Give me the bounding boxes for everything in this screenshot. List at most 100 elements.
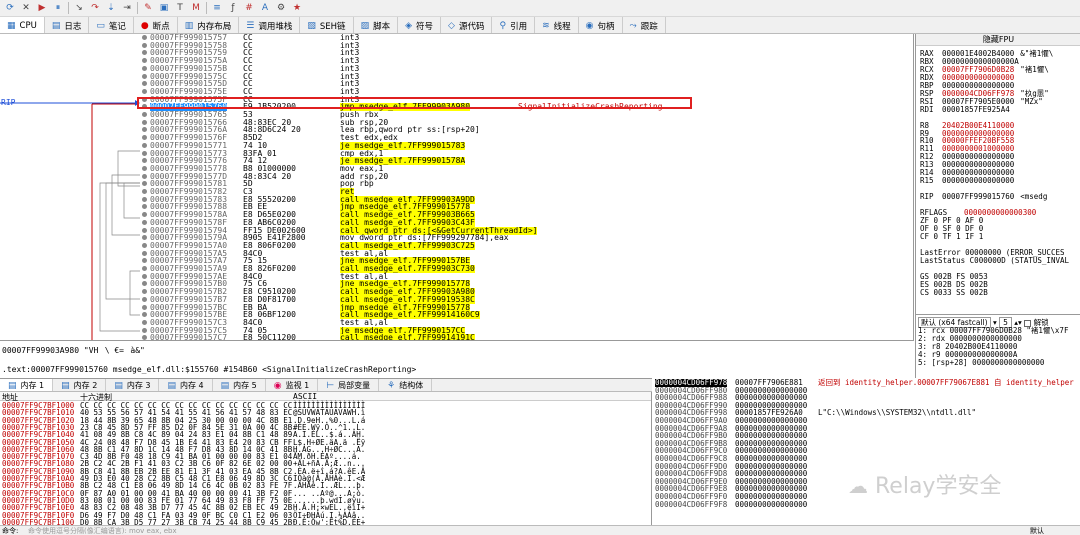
breakpoint-dot[interactable]	[142, 235, 147, 241]
breakpoint-dot[interactable]	[142, 189, 147, 194]
tab-4[interactable]: ▥ 内存布局	[178, 17, 240, 33]
breakpoint-dot[interactable]	[142, 58, 147, 64]
abc-icon[interactable]: A	[259, 2, 271, 14]
tab-12[interactable]: ◉ 句柄	[579, 17, 623, 33]
lock-icon[interactable]: ▣	[158, 2, 170, 14]
register-row[interactable]: RIP 00007FF999015760 <msedg	[920, 193, 1047, 201]
tab-13[interactable]: ⤳ 跟踪	[623, 17, 666, 33]
tab-8[interactable]: ◈ 符号	[398, 17, 442, 33]
step-into-icon[interactable]: ↘	[73, 2, 85, 14]
tab-9[interactable]: ◇ 源代码	[441, 17, 493, 33]
breakpoint-dot[interactable]	[142, 50, 147, 56]
command-input[interactable]: 命令使用逗号分隔(像汇编语言): mov eax, ebx	[28, 526, 848, 535]
breakpoint-dot[interactable]	[142, 227, 147, 233]
info-line-1: 00007FF99903A980 "VH\ €= à&"	[2, 346, 145, 355]
watch-icon: ◉	[273, 380, 282, 391]
breakpoint-dot[interactable]	[142, 135, 147, 141]
register-comment: <msedg	[1020, 192, 1048, 202]
hash-icon[interactable]: #	[243, 2, 255, 14]
breakpoint-dot[interactable]	[142, 273, 147, 279]
run-to-user-icon[interactable]: ⇥	[121, 2, 133, 14]
breakpoint-dot[interactable]	[142, 296, 147, 302]
log-icon: ▤	[51, 20, 61, 31]
register-row[interactable]: R15 0000000000000000	[920, 177, 1014, 185]
tab-3[interactable]: ● 断点	[134, 17, 178, 33]
dump-tab-2[interactable]: ▤ 内存 3	[106, 379, 160, 391]
breakpoint-dot[interactable]	[142, 165, 147, 171]
breakpoint-dot[interactable]	[142, 127, 147, 133]
dump-tab-label: 局部变量	[338, 381, 371, 390]
dump-tab-7[interactable]: ⚘ 结构体	[379, 379, 433, 391]
register-name: RIP	[920, 192, 934, 202]
breakpoint-dot[interactable]	[142, 258, 147, 264]
restart-icon[interactable]: ⟳	[4, 2, 16, 14]
tab-0[interactable]: ▦ CPU	[0, 17, 45, 33]
breakpoint-dot[interactable]	[142, 73, 147, 79]
breakpoint-dot[interactable]	[142, 289, 147, 295]
breakpoint-dot[interactable]	[142, 65, 147, 71]
breakpoint-dot[interactable]	[142, 35, 147, 40]
breakpoint-dot[interactable]	[142, 142, 147, 148]
breakpoint-dot[interactable]	[142, 266, 147, 271]
tab-5[interactable]: ☰ 调用堆栈	[239, 17, 301, 33]
breakpoint-dot[interactable]	[142, 281, 147, 287]
register-row[interactable]: LastStatus C000000D (STATUS_INVAL	[920, 256, 1069, 265]
settings-icon[interactable]: ⚙	[275, 2, 287, 14]
breakpoint-dot[interactable]	[142, 181, 147, 187]
tab-10[interactable]: ⚲ 引用	[492, 17, 536, 33]
step-over-icon[interactable]: ↷	[89, 2, 101, 14]
memory-icon[interactable]: M	[190, 2, 202, 14]
dump-tab-0[interactable]: ▤ 内存 1	[0, 379, 54, 391]
tab-2[interactable]: ▭ 笔记	[89, 17, 134, 33]
breakpoint-dot[interactable]	[142, 250, 147, 256]
star-icon[interactable]: ★	[291, 2, 303, 14]
close-icon[interactable]: ✕	[20, 2, 32, 14]
pause-icon[interactable]: ⏸	[52, 2, 64, 14]
run-icon[interactable]: ▶	[36, 2, 48, 14]
trace-icon[interactable]: ⇣	[105, 2, 117, 14]
registers-panel[interactable]: 隐藏FPU RAX 000001E4002B4000 &"褚1懼\ RBX 000000…	[915, 34, 1080, 314]
memory-dump-view[interactable]: 地址 十六进制 ASCII 00007FF9C7BF1000 CC CC CC C…	[0, 392, 652, 525]
dump-tab-1[interactable]: ▤ 内存 2	[53, 379, 107, 391]
breakpoint-dot[interactable]	[142, 304, 147, 310]
tab-6[interactable]: ▧ SEH链	[300, 17, 354, 33]
dump-tab-6[interactable]: ⊢ 局部变量	[318, 379, 380, 391]
breakpoint-dot[interactable]	[142, 219, 147, 225]
status-bar: 命令: 命令使用逗号分隔(像汇编语言): mov eax, ebx 默认	[0, 525, 1080, 535]
tab-7[interactable]: ▨ 脚本	[354, 17, 399, 33]
tab-11[interactable]: ≋ 线程	[535, 17, 579, 33]
toolbar-separator	[137, 2, 138, 14]
breakpoint-dot[interactable]	[142, 327, 147, 333]
script-icon[interactable]: ≡	[211, 2, 223, 14]
breakpoint-dot[interactable]	[142, 196, 147, 202]
breakpoint-dot[interactable]	[142, 158, 147, 164]
patch-icon[interactable]: ✎	[142, 2, 154, 14]
breakpoint-dot[interactable]	[142, 88, 147, 94]
register-row[interactable]: CS 0033 SS 002B	[920, 288, 988, 297]
dump-tab-5[interactable]: ◉ 监视 1	[266, 379, 319, 391]
breakpoint-dot[interactable]	[142, 150, 147, 156]
breakpoint-dot[interactable]	[142, 212, 147, 218]
breakpoint-dot[interactable]	[142, 42, 147, 48]
call-arg-row: 5: [rsp+28] 0000000000000000	[918, 358, 1045, 367]
breakpoint-dot[interactable]	[142, 312, 147, 318]
stack-view[interactable]: 0000004CD06FF978 00007FF7906E881 返回到 ident…	[653, 378, 1080, 525]
dump-tab-4[interactable]: ▤ 内存 5	[213, 379, 266, 391]
disassembly-view[interactable]: RIP 00007FF999015757 CC int3 00007FF9990157…	[0, 34, 914, 340]
dump-tab-3[interactable]: ▤ 内存 4	[159, 379, 213, 391]
register-row[interactable]: RDI 00001857FE925A4	[920, 105, 1010, 114]
tab-1[interactable]: ▤ 日志	[45, 17, 90, 33]
register-row[interactable]: CF 0 TF 1 IF 1	[920, 232, 983, 241]
hide-fpu-button[interactable]: 隐藏FPU	[916, 34, 1080, 46]
breakpoint-dot[interactable]	[142, 81, 147, 87]
breakpoint-dot[interactable]	[142, 204, 147, 210]
breakpoint-dot[interactable]	[142, 119, 147, 125]
breakpoint-dot[interactable]	[142, 173, 147, 179]
text-icon[interactable]: T	[174, 2, 186, 14]
tab-label: 笔记	[108, 21, 126, 32]
default-select[interactable]: 默认	[1030, 526, 1044, 535]
breakpoint-dot[interactable]	[142, 242, 147, 248]
breakpoint-dot[interactable]	[142, 112, 147, 117]
function-icon[interactable]: ƒ	[227, 2, 239, 14]
breakpoint-dot[interactable]	[142, 319, 147, 325]
